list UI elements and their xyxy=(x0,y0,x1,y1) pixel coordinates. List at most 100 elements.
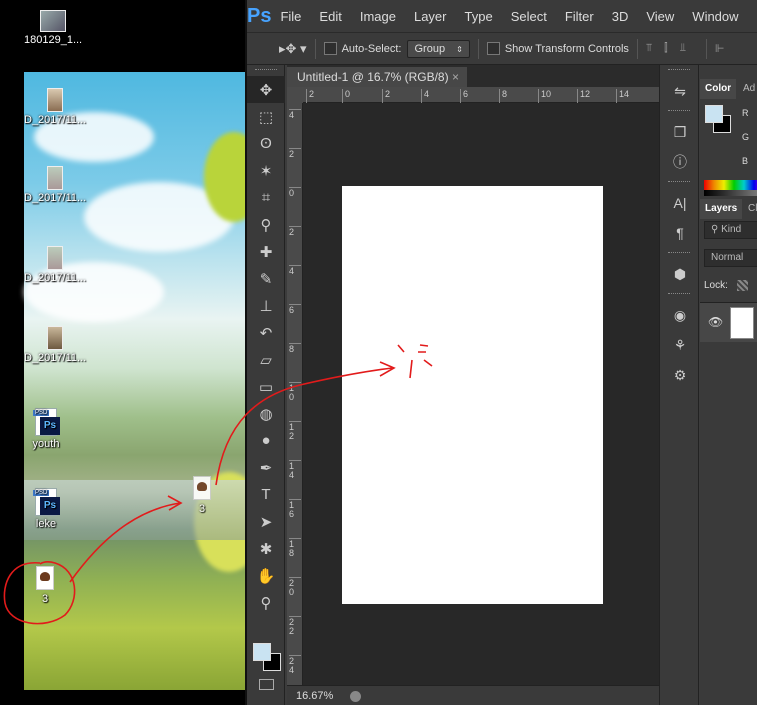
blend-mode-select[interactable]: Normal xyxy=(704,249,757,267)
eraser-tool-icon[interactable]: ▱ xyxy=(247,346,285,373)
tab-channels[interactable]: Cl xyxy=(743,199,757,219)
marquee-tool-icon[interactable]: ⬚ xyxy=(247,103,285,130)
path-selection-tool-icon[interactable]: ➤ xyxy=(247,508,285,535)
close-icon[interactable]: × xyxy=(452,67,459,87)
eyedropper-tool-icon[interactable]: ⚲ xyxy=(247,211,285,238)
info-panel-icon[interactable]: ⓘ xyxy=(660,147,700,177)
image-file-icon xyxy=(36,566,54,590)
menu-3d[interactable]: 3D xyxy=(603,9,638,24)
menu-layer[interactable]: Layer xyxy=(405,9,456,24)
desktop: 180129_1... D_2017/11... D_2017/11... D_… xyxy=(0,0,245,705)
options-bar: ▸✥ ▾ Auto-Select: Group ⇕ Show Transform… xyxy=(247,32,757,65)
dodge-tool-icon[interactable]: ● xyxy=(247,427,285,454)
shape-tool-icon[interactable]: ✱ xyxy=(247,535,285,562)
psd-badge: PSD xyxy=(33,410,50,416)
healing-brush-tool-icon[interactable]: ✚ xyxy=(247,238,285,265)
move-tool-icon[interactable]: ✥ xyxy=(247,76,285,103)
foreground-color-swatch[interactable] xyxy=(253,643,271,661)
grayscale-ramp[interactable] xyxy=(704,190,757,196)
brush-presets-icon[interactable]: ⚘ xyxy=(660,330,700,360)
desktop-icon-file[interactable]: 3 xyxy=(30,566,60,605)
auto-select-dropdown[interactable]: Group ⇕ xyxy=(407,39,470,58)
magic-wand-tool-icon[interactable]: ✶ xyxy=(247,157,285,184)
desktop-icon-image[interactable]: D_2017/11... xyxy=(24,88,86,126)
status-info-icon[interactable] xyxy=(350,690,362,702)
3d-panel-icon[interactable]: ❒ xyxy=(660,117,700,147)
panel-grip xyxy=(668,69,690,72)
menu-window[interactable]: Window xyxy=(683,9,747,24)
menu-file[interactable]: File xyxy=(271,9,310,24)
divider xyxy=(477,38,479,59)
desktop-icon-label: 3 xyxy=(41,593,49,605)
auto-select-checkbox[interactable] xyxy=(323,42,337,55)
zoom-level[interactable]: 16.67% xyxy=(296,690,333,702)
ruler-tick: 2 xyxy=(289,148,301,159)
ruler-tick: 2 xyxy=(289,226,301,237)
ruler-tick: 10 xyxy=(538,89,551,103)
menu-filter[interactable]: Filter xyxy=(556,9,603,24)
psd-file-icon: PSD Ps xyxy=(33,488,60,516)
tab-adjustments[interactable]: Ad xyxy=(738,79,757,99)
history-panel-icon[interactable]: ⇋ xyxy=(660,76,700,106)
3d-cube-icon[interactable]: ⬢ xyxy=(660,259,700,289)
move-tool-preset-icon[interactable]: ▸✥ ▾ xyxy=(279,41,307,57)
vertical-ruler[interactable]: 4 2 0 2 4 6 8 1 0 1 2 1 4 1 6 1 8 2 0 2 … xyxy=(287,103,303,685)
align-top-icon[interactable]: ⫪ xyxy=(646,42,652,55)
menu-edit[interactable]: Edit xyxy=(310,9,350,24)
menu-help[interactable]: Help xyxy=(748,9,757,24)
menu-view[interactable]: View xyxy=(637,9,683,24)
layer-filter-kind[interactable]: ⚲ Kind xyxy=(704,221,757,239)
psd-file-icon: PSD Ps xyxy=(33,408,60,436)
paragraph-panel-icon[interactable]: ¶ xyxy=(660,218,700,248)
lock-transparency-icon[interactable] xyxy=(737,280,748,291)
lasso-tool-icon[interactable]: ʘ xyxy=(247,130,285,157)
canvas-pasteboard[interactable] xyxy=(303,103,659,685)
blur-tool-icon[interactable]: ◍ xyxy=(247,400,285,427)
desktop-icon-image[interactable]: D_2017/11... xyxy=(24,246,86,284)
desktop-icon-image[interactable]: D_2017/11... xyxy=(24,326,86,364)
layer-row-background[interactable]: 👁 xyxy=(700,302,757,342)
gradient-tool-icon[interactable]: ▭ xyxy=(247,373,285,400)
history-brush-tool-icon[interactable]: ↶ xyxy=(247,319,285,346)
menu-select[interactable]: Select xyxy=(502,9,556,24)
pen-tool-icon[interactable]: ✒ xyxy=(247,454,285,481)
desktop-icon-image[interactable]: D_2017/11... xyxy=(24,166,86,204)
menu-image[interactable]: Image xyxy=(351,9,405,24)
hand-tool-icon[interactable]: ✋ xyxy=(247,562,285,589)
show-transform-checkbox[interactable] xyxy=(486,42,500,55)
dragging-file-icon[interactable]: 3 xyxy=(188,476,216,515)
zoom-tool-icon[interactable]: ⚲ xyxy=(247,589,285,616)
type-tool-icon[interactable]: T xyxy=(247,481,285,508)
brush-tool-icon[interactable]: ✎ xyxy=(247,265,285,292)
color-wheel-icon[interactable]: ◉ xyxy=(660,300,700,330)
align-bottom-icon[interactable]: ⫫ xyxy=(680,42,686,55)
desktop-icon-psd[interactable]: PSD Ps youth xyxy=(26,408,66,450)
menu-type[interactable]: Type xyxy=(456,9,502,24)
crop-tool-icon[interactable]: ⌗ xyxy=(247,184,285,211)
ruler-tick: 4 xyxy=(421,89,429,103)
document-tab[interactable]: Untitled-1 @ 16.7% (RGB/8) × xyxy=(287,67,467,87)
document-canvas[interactable] xyxy=(342,186,603,604)
tab-layers[interactable]: Layers xyxy=(700,199,743,219)
ruler-origin[interactable] xyxy=(287,87,303,103)
clone-stamp-tool-icon[interactable]: ⊥ xyxy=(247,292,285,319)
ps-logo: Ps xyxy=(40,497,60,515)
align-left-icon[interactable]: ⊩ xyxy=(715,42,725,55)
horizontal-ruler[interactable]: 2 0 2 4 6 8 10 12 14 xyxy=(303,87,659,103)
image-thumbnail-icon xyxy=(47,88,64,112)
desktop-icon-image[interactable]: 180129_1... xyxy=(24,10,82,46)
character-panel-icon[interactable]: A| xyxy=(660,188,700,218)
desktop-icon-psd[interactable]: PSD Ps leke xyxy=(26,488,66,530)
ruler-tick: 4 xyxy=(289,265,301,276)
align-middle-icon[interactable]: ⫿ xyxy=(664,42,668,55)
panel-foreground-swatch[interactable] xyxy=(705,105,723,123)
ruler-tick: 12 xyxy=(577,89,590,103)
search-icon: ⚲ xyxy=(711,224,722,235)
ruler-tick: 2 2 xyxy=(289,616,301,636)
visibility-eye-icon[interactable]: 👁 xyxy=(708,315,723,329)
divider xyxy=(705,38,707,59)
tab-color[interactable]: Color xyxy=(700,79,737,99)
quick-mask-icon[interactable] xyxy=(259,679,274,690)
tool-presets-icon[interactable]: ⚙ xyxy=(660,360,700,390)
ruler-tick: 8 xyxy=(289,343,301,354)
